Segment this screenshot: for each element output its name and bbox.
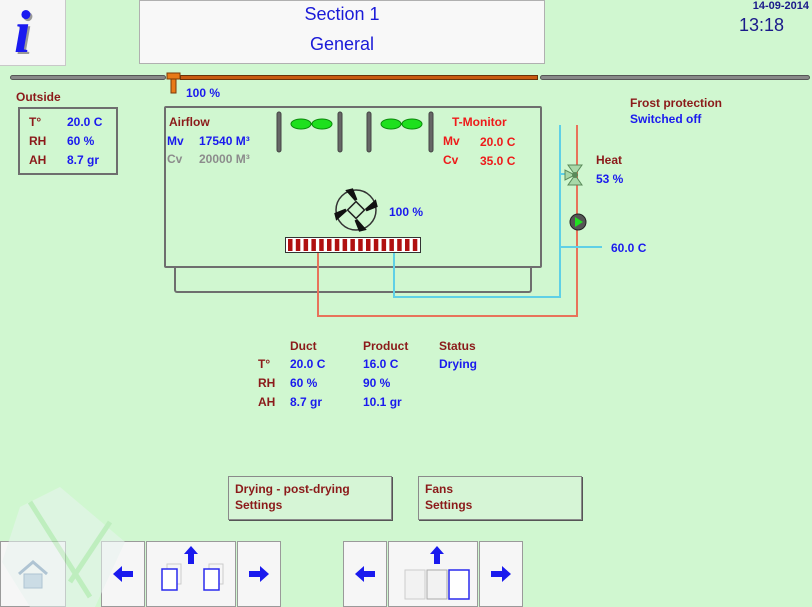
heater-stripe (295, 239, 301, 251)
heater-stripe (405, 239, 410, 251)
t-monitor-cv-label: Cv (443, 153, 459, 167)
arrow-up-icon (184, 546, 198, 564)
heater-stripe (412, 239, 418, 251)
fan-speed: 100 % (389, 205, 424, 219)
t-monitor-mv-value: 20.0 C (480, 135, 516, 149)
duct-rh-value: 60 % (290, 376, 318, 390)
product-rh-value: 90 % (363, 376, 391, 390)
page-title: General (309, 34, 375, 54)
page-title-box: Section 1 General (139, 0, 545, 64)
outside-label: Outside (16, 90, 61, 104)
heat-valve-opening: 53 % (596, 172, 624, 186)
nav-spacer (67, 541, 101, 607)
row-label-rh: RH (258, 376, 276, 390)
arrow-left-icon (355, 566, 375, 582)
heater-stripe (358, 239, 363, 251)
mixing-valve-icon[interactable] (563, 162, 587, 188)
fans-settings-line2: Settings (425, 498, 473, 512)
sections-overview-icon (161, 546, 224, 591)
outside-rh-value: 60 % (67, 134, 95, 148)
heater-stripe (327, 239, 332, 251)
duct-supply-segment (180, 75, 538, 80)
heater-stripe (303, 239, 309, 251)
damper-opening: 100 % (186, 86, 221, 100)
outside-ah-value: 8.7 gr (67, 153, 100, 167)
heater-stripe (397, 239, 402, 251)
water-pipes (317, 125, 602, 317)
t-monitor-mv-label: Mv (443, 134, 460, 148)
arrow-right-icon (249, 566, 269, 582)
drying-settings-button[interactable]: Drying - post-drying Settings (228, 476, 392, 520)
next-page-button[interactable] (479, 541, 523, 607)
product-t-value: 16.0 C (363, 357, 399, 371)
next-section-button[interactable] (237, 541, 281, 607)
heater-stripe (381, 239, 387, 251)
airflow-title: Airflow (169, 115, 210, 129)
heater-stripe (389, 239, 394, 251)
section-overview-button[interactable] (146, 541, 236, 607)
inlet-left (276, 111, 343, 153)
prev-section-button[interactable] (101, 541, 145, 607)
drying-settings-line1: Drying - post-drying (235, 482, 350, 496)
cell-floor (174, 265, 532, 293)
heater-stripe (350, 239, 355, 251)
water-temperature: 60.0 C (611, 241, 647, 255)
row-label-ah: AH (258, 395, 276, 409)
heater-stripe (288, 239, 293, 251)
outside-t-label: T° (29, 115, 42, 129)
home-button[interactable] (0, 541, 66, 607)
heater-stripe (311, 239, 316, 251)
outside-ah-label: AH (29, 153, 47, 167)
airflow-mv-label: Mv (167, 134, 184, 148)
date-display: 14-09-2014 (752, 0, 809, 12)
outside-t-value: 20.0 C (67, 115, 103, 129)
arrow-up-icon (430, 546, 444, 564)
inlet-right (366, 111, 434, 153)
frost-protection-label: Frost protection (630, 96, 722, 110)
home-icon (18, 560, 48, 589)
outside-rh-label: RH (29, 134, 47, 148)
col-header-duct: Duct (290, 339, 317, 353)
info-button[interactable]: i (0, 0, 66, 66)
col-header-product: Product (363, 339, 409, 353)
air-inlets (276, 111, 434, 153)
fans-settings-line1: Fans (425, 482, 454, 496)
heater-stripe (373, 239, 379, 251)
airflow-cv-value: 20000 M³ (199, 152, 250, 166)
prev-page-button[interactable] (343, 541, 387, 607)
t-monitor-cv-value: 35.0 C (480, 154, 516, 168)
arrow-left-icon (113, 566, 133, 582)
duct-ah-value: 8.7 gr (290, 395, 323, 409)
drying-settings-line2: Settings (235, 498, 283, 512)
heater-stripe (319, 239, 324, 251)
section-title: Section 1 (304, 4, 380, 24)
pump-icon[interactable] (568, 212, 588, 232)
heater-stripe (342, 239, 348, 251)
duct-t-value: 20.0 C (290, 357, 326, 371)
pages-overview-icon (404, 546, 470, 600)
product-ah-value: 10.1 gr (363, 395, 402, 409)
time-display: 13:18 (738, 15, 784, 35)
damper-icon[interactable] (164, 72, 184, 96)
fans-settings-button[interactable]: Fans Settings (418, 476, 582, 520)
outside-panel: T° 20.0 C RH 60 % AH 8.7 gr (18, 107, 118, 175)
heater-stripe (334, 239, 340, 251)
info-icon: i (14, 0, 31, 65)
status-value: Drying (439, 357, 478, 371)
duct-return-segment (540, 75, 810, 80)
duct-outside-segment (10, 75, 166, 80)
heat-label: Heat (596, 153, 623, 167)
row-label-t: T° (258, 357, 271, 371)
t-monitor-title: T-Monitor (452, 115, 507, 129)
fan-icon[interactable] (334, 188, 378, 232)
page-overview-button[interactable] (388, 541, 478, 607)
heater-stripe (366, 239, 371, 251)
arrow-right-icon (491, 566, 511, 582)
airflow-cv-label: Cv (167, 152, 183, 166)
heater-element (285, 237, 421, 253)
col-header-status: Status (439, 339, 476, 353)
airflow-mv-value: 17540 M³ (199, 134, 250, 148)
frost-protection-status: Switched off (630, 112, 702, 126)
